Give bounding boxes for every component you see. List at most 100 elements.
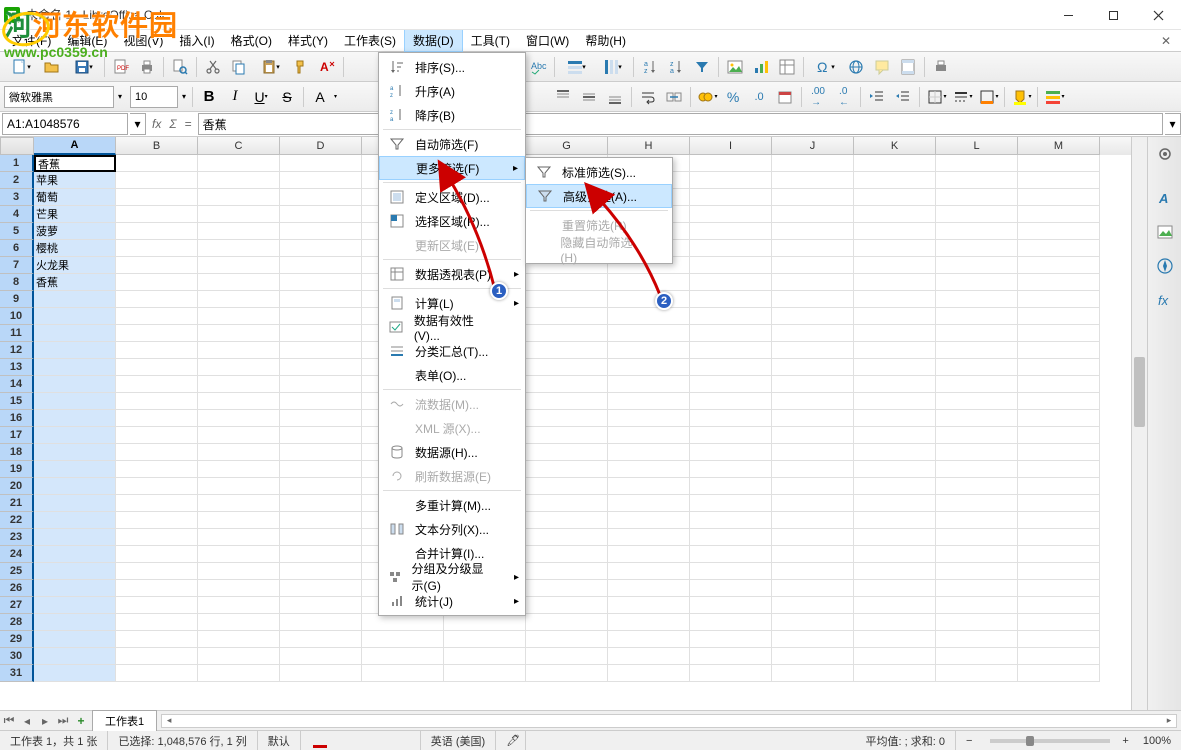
cell[interactable] <box>280 172 362 189</box>
cell[interactable] <box>608 512 690 529</box>
cell[interactable] <box>608 427 690 444</box>
cell[interactable] <box>608 597 690 614</box>
menu-styles[interactable]: 样式(Y) <box>280 30 336 51</box>
data-menu-subtotals[interactable]: 分类汇总(T)... <box>379 339 525 363</box>
cell[interactable] <box>936 512 1018 529</box>
cell[interactable] <box>526 461 608 478</box>
row-header[interactable]: 29 <box>0 631 34 648</box>
cell[interactable] <box>280 257 362 274</box>
cell[interactable] <box>854 665 936 682</box>
row-header[interactable]: 19 <box>0 461 34 478</box>
cell[interactable] <box>690 597 772 614</box>
cell[interactable] <box>690 665 772 682</box>
cell[interactable] <box>34 461 116 478</box>
cell[interactable] <box>526 427 608 444</box>
cell[interactable] <box>854 155 936 172</box>
cell[interactable] <box>280 393 362 410</box>
cell[interactable] <box>608 393 690 410</box>
cell[interactable] <box>936 291 1018 308</box>
align-top-button[interactable] <box>551 85 575 109</box>
cell[interactable] <box>690 648 772 665</box>
cell[interactable] <box>690 563 772 580</box>
horizontal-scrollbar[interactable]: ◂▸ <box>161 714 1177 728</box>
cell[interactable] <box>116 410 198 427</box>
cell[interactable] <box>854 648 936 665</box>
strikethrough-button[interactable]: S <box>275 85 299 109</box>
row-header[interactable]: 12 <box>0 342 34 359</box>
cell[interactable] <box>34 648 116 665</box>
cell[interactable] <box>116 580 198 597</box>
cell[interactable] <box>690 325 772 342</box>
cell[interactable] <box>116 308 198 325</box>
row-header[interactable]: 4 <box>0 206 34 223</box>
align-bottom-button[interactable] <box>603 85 627 109</box>
cell[interactable] <box>198 393 280 410</box>
cell[interactable] <box>854 631 936 648</box>
cell[interactable] <box>34 614 116 631</box>
cell[interactable] <box>690 614 772 631</box>
cell[interactable] <box>116 665 198 682</box>
cell[interactable] <box>854 461 936 478</box>
formula-expand-button[interactable]: ▾ <box>1165 113 1181 135</box>
select-all-corner[interactable] <box>0 137 34 155</box>
cell[interactable] <box>854 597 936 614</box>
cell[interactable] <box>116 240 198 257</box>
cell[interactable] <box>690 240 772 257</box>
sidebar-settings-icon[interactable] <box>1152 141 1178 167</box>
cell[interactable] <box>198 223 280 240</box>
cell[interactable] <box>280 189 362 206</box>
cell[interactable] <box>198 648 280 665</box>
cell[interactable] <box>608 308 690 325</box>
cell[interactable] <box>1018 376 1100 393</box>
cell[interactable] <box>116 427 198 444</box>
tab-nav-first[interactable]: ⏮ <box>0 712 18 730</box>
row-header[interactable]: 13 <box>0 359 34 376</box>
cell[interactable] <box>280 240 362 257</box>
cell[interactable] <box>280 427 362 444</box>
cell[interactable] <box>772 189 854 206</box>
cell[interactable] <box>608 478 690 495</box>
cell[interactable] <box>280 546 362 563</box>
col-header-G[interactable]: G <box>526 137 608 155</box>
cell[interactable] <box>608 614 690 631</box>
cell[interactable] <box>690 359 772 376</box>
row-header[interactable]: 21 <box>0 495 34 512</box>
cell[interactable] <box>34 427 116 444</box>
cell[interactable] <box>936 665 1018 682</box>
col-button[interactable]: ▾ <box>595 55 629 79</box>
cell[interactable] <box>116 444 198 461</box>
print-button[interactable] <box>135 55 159 79</box>
cell[interactable] <box>116 478 198 495</box>
cell[interactable] <box>198 597 280 614</box>
cell[interactable] <box>936 546 1018 563</box>
row-header[interactable]: 6 <box>0 240 34 257</box>
borders-button[interactable]: ▾ <box>924 85 948 109</box>
cell[interactable] <box>526 648 608 665</box>
cell[interactable] <box>690 206 772 223</box>
cell[interactable] <box>772 308 854 325</box>
cell[interactable]: 樱桃 <box>34 240 116 257</box>
cell[interactable] <box>34 546 116 563</box>
cell[interactable] <box>936 274 1018 291</box>
cell[interactable] <box>198 155 280 172</box>
cell[interactable] <box>116 257 198 274</box>
cell[interactable] <box>34 359 116 376</box>
cell[interactable] <box>198 631 280 648</box>
cell[interactable] <box>116 393 198 410</box>
cell[interactable] <box>280 274 362 291</box>
cell[interactable] <box>1018 308 1100 325</box>
cell[interactable] <box>690 580 772 597</box>
row-header[interactable]: 31 <box>0 665 34 682</box>
cell[interactable] <box>526 342 608 359</box>
cell[interactable] <box>526 376 608 393</box>
zoom-percent[interactable]: 100% <box>1133 735 1181 747</box>
window-maximize-button[interactable] <box>1091 0 1136 30</box>
cell[interactable] <box>690 631 772 648</box>
cell[interactable] <box>690 172 772 189</box>
cell[interactable] <box>608 529 690 546</box>
cell[interactable] <box>854 529 936 546</box>
cell[interactable] <box>936 359 1018 376</box>
cell[interactable] <box>280 563 362 580</box>
cell[interactable] <box>608 580 690 597</box>
percent-button[interactable]: % <box>721 85 745 109</box>
